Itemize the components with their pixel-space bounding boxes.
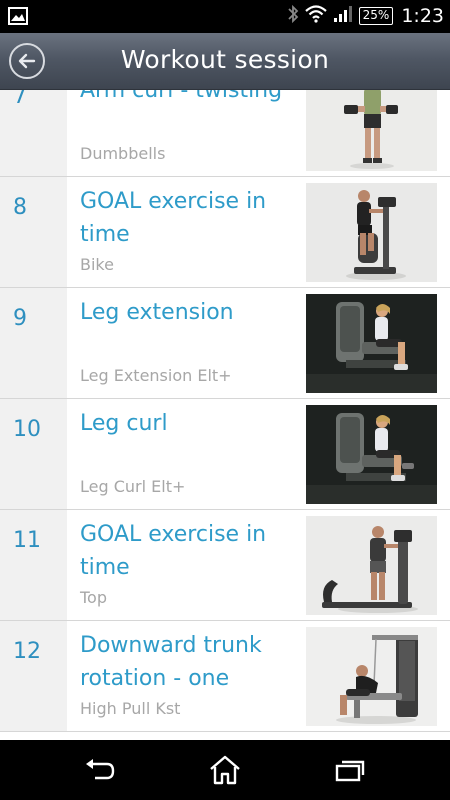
exercise-thumbnail: [306, 294, 437, 393]
exercise-number: 7: [13, 90, 27, 109]
exercise-title: GOAL exercise in time: [80, 189, 267, 247]
status-bar: 25% 1:23: [0, 0, 450, 33]
exercise-title: GOAL exercise in time: [80, 522, 267, 580]
exercise-equipment: Leg Curl Elt+: [80, 477, 186, 496]
exercise-equipment: Dumbbells: [80, 144, 166, 163]
navigation-bar: [0, 740, 450, 800]
signal-icon: [333, 5, 353, 27]
exercise-title: Downward trunk rotation - one: [80, 633, 262, 691]
exercise-equipment: Bike: [80, 255, 114, 274]
battery-icon: 25%: [358, 7, 394, 25]
exercise-number: 12: [13, 639, 41, 664]
exercise-equipment: Leg Extension Elt+: [80, 366, 232, 385]
recent-apps-icon[interactable]: [330, 752, 370, 788]
exercise-item[interactable]: 12 Downward trunk rotation - one High Pu…: [0, 621, 450, 732]
exercise-list[interactable]: 7 Arm curl - twisting Dumbbells 8 GOAL e…: [0, 90, 450, 740]
exercise-item[interactable]: 10 Leg curl Leg Curl Elt+: [0, 399, 450, 510]
exercise-number: 8: [13, 195, 27, 220]
exercise-title: Leg curl: [80, 411, 168, 436]
exercise-item[interactable]: 7 Arm curl - twisting Dumbbells: [0, 90, 450, 177]
exercise-equipment: Top: [80, 588, 107, 607]
exercise-thumbnail: [306, 627, 437, 726]
exercise-title: Leg extension: [80, 300, 234, 325]
exercise-equipment: High Pull Kst: [80, 699, 181, 718]
exercise-thumbnail: [306, 90, 437, 171]
app-header: Workout session: [0, 33, 450, 90]
bluetooth-icon: [287, 4, 299, 28]
exercise-number: 11: [13, 528, 41, 553]
back-icon[interactable]: [80, 752, 120, 788]
exercise-number: 9: [13, 306, 27, 331]
exercise-thumbnail: [306, 183, 437, 282]
exercise-item[interactable]: 8 GOAL exercise in time Bike: [0, 177, 450, 288]
home-icon[interactable]: [205, 752, 245, 788]
page-title: Workout session: [120, 45, 330, 74]
exercise-thumbnail: [306, 516, 437, 615]
exercise-item[interactable]: 9 Leg extension Leg Extension Elt+: [0, 288, 450, 399]
exercise-item[interactable]: 11 GOAL exercise in time Top: [0, 510, 450, 621]
image-icon: [8, 7, 28, 25]
exercise-thumbnail: [306, 405, 437, 504]
clock: 1:23: [401, 5, 444, 27]
wifi-icon: [304, 5, 327, 27]
exercise-title: Arm curl - twisting: [80, 90, 283, 103]
exercise-number: 10: [13, 417, 41, 442]
